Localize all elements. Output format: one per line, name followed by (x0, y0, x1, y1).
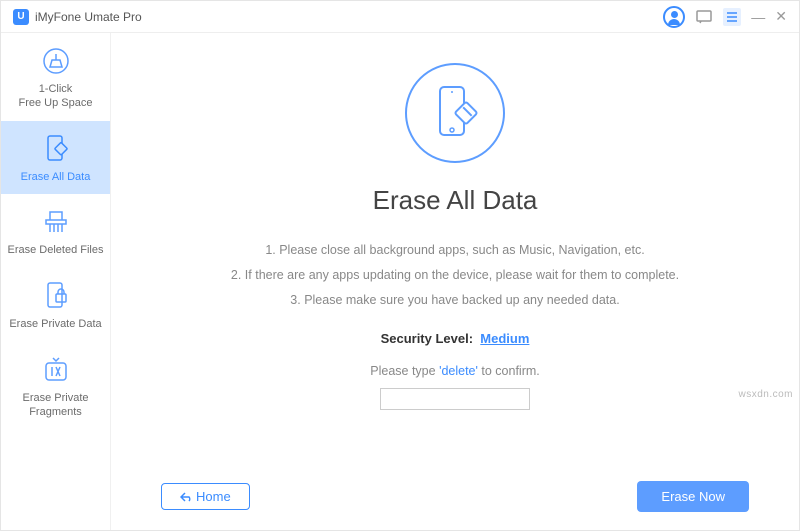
titlebar: U iMyFone Umate Pro — ✕ (1, 1, 799, 33)
app-fragments-icon (40, 354, 72, 386)
sidebar: 1-Click Free Up Space Erase All Data Era… (1, 33, 111, 530)
app-window: U iMyFone Umate Pro — ✕ 1-Click Free (0, 0, 800, 531)
app-title: iMyFone Umate Pro (35, 10, 142, 24)
security-label: Security Level: (381, 331, 474, 346)
phone-lock-icon (40, 280, 72, 312)
instruction-line: 2. If there are any apps updating on the… (231, 263, 679, 288)
instruction-line: 3. Please make sure you have backed up a… (231, 288, 679, 313)
security-level-link[interactable]: Medium (480, 331, 529, 346)
watermark: wsxdn.com (738, 389, 793, 400)
minimize-button[interactable]: — (751, 9, 765, 25)
sidebar-item-erase-private-fragments[interactable]: Erase Private Fragments (1, 342, 110, 430)
feedback-icon[interactable] (695, 8, 713, 26)
broom-icon (40, 45, 72, 77)
title-right: — ✕ (663, 6, 787, 28)
sidebar-item-label: Erase Deleted Files (5, 244, 106, 258)
sidebar-item-free-up-space[interactable]: 1-Click Free Up Space (1, 33, 110, 121)
menu-icon[interactable] (723, 8, 741, 26)
confirm-input[interactable] (380, 388, 530, 410)
app-logo-icon: U (13, 9, 29, 25)
phone-erase-icon (40, 133, 72, 165)
confirm-prefix: Please type (370, 364, 435, 378)
confirm-instruction: Please type 'delete' to confirm. (370, 364, 540, 378)
home-button-label: Home (196, 489, 231, 504)
main-content: Erase All Data 1. Please close all backg… (111, 33, 799, 530)
hero-phone-erase-icon (405, 63, 505, 163)
instructions: 1. Please close all background apps, suc… (231, 238, 679, 313)
sidebar-item-label: Erase Private Fragments (5, 392, 106, 420)
sidebar-item-erase-private-data[interactable]: Erase Private Data (1, 268, 110, 342)
confirm-keyword: 'delete' (439, 364, 478, 378)
erase-now-button[interactable]: Erase Now (637, 481, 749, 512)
sidebar-item-label: 1-Click Free Up Space (5, 83, 106, 111)
instruction-line: 1. Please close all background apps, suc… (231, 238, 679, 263)
footer: Home Erase Now (141, 481, 769, 530)
security-level: Security Level: Medium (381, 331, 530, 346)
title-left: U iMyFone Umate Pro (13, 9, 142, 25)
confirm-suffix: to confirm. (481, 364, 539, 378)
account-icon[interactable] (663, 6, 685, 28)
page-title: Erase All Data (373, 185, 538, 216)
home-button[interactable]: Home (161, 483, 250, 510)
back-arrow-icon (180, 492, 192, 502)
sidebar-item-label: Erase All Data (5, 171, 106, 185)
sidebar-item-label: Erase Private Data (5, 318, 106, 332)
close-button[interactable]: ✕ (775, 8, 787, 25)
sidebar-item-erase-all-data[interactable]: Erase All Data (1, 121, 110, 195)
sidebar-item-erase-deleted-files[interactable]: Erase Deleted Files (1, 194, 110, 268)
shredder-icon (40, 206, 72, 238)
body: 1-Click Free Up Space Erase All Data Era… (1, 33, 799, 530)
